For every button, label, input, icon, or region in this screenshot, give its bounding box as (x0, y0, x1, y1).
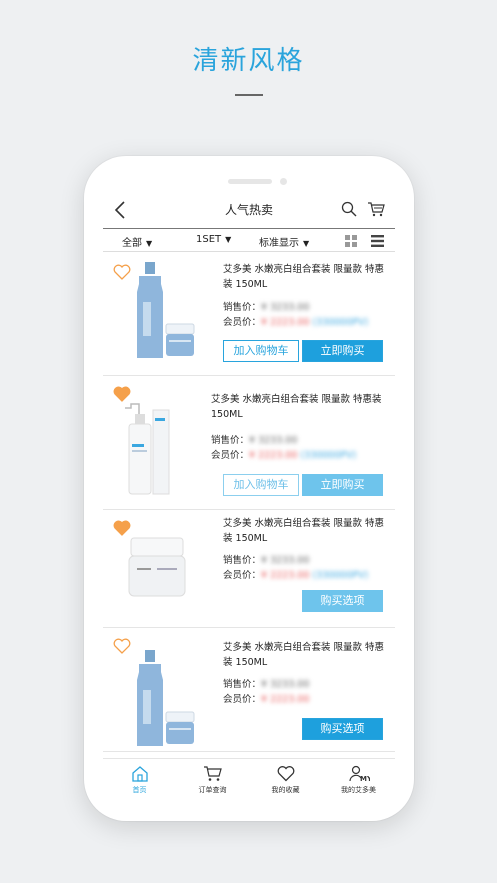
nav-bar: 人气热卖 (103, 192, 395, 228)
buy-now-button[interactable]: 立即购买 (302, 340, 383, 362)
sale-price-row: 销售价：¥ 3233.00 (223, 299, 309, 313)
page-headline: 清新风格 (192, 46, 305, 76)
member-price-value: ¥ 2223.00 (261, 570, 310, 581)
member-price-label: 会员价： (223, 694, 262, 705)
member-price-label: 会员价： (211, 450, 250, 461)
member-price-row: 会员价：¥ 2223.00 (330000PV) (211, 447, 356, 461)
tab-my-account[interactable]: MY 我的艾多美 (322, 765, 395, 795)
bottom-tab-bar: 首页 订单查询 我的收藏 MY 我的艾多美 (103, 758, 395, 804)
filter-display[interactable]: 标准显示 ▼ (259, 234, 309, 249)
filter-category[interactable]: 全部 ▼ (122, 234, 152, 249)
product-card[interactable]: 艾多美 水嫩亮白组合套装 限量款 特惠装 150ML 销售价：¥ 3233.00… (103, 628, 395, 752)
filter-display-label: 标准显示 (259, 238, 299, 249)
tab-my-account-label: 我的艾多美 (341, 786, 376, 794)
tab-orders-label: 订单查询 (198, 786, 227, 794)
buy-options-button[interactable]: 购买选项 (302, 590, 383, 612)
product-image[interactable] (133, 262, 195, 360)
member-price-value: ¥ 2223.00 (261, 694, 310, 705)
heart-outline-icon[interactable] (113, 264, 131, 280)
filter-set[interactable]: 1SET ▼ (196, 234, 231, 245)
search-icon[interactable] (341, 201, 357, 217)
sale-price-label: 销售价： (223, 679, 262, 690)
caret-down-icon: ▼ (225, 235, 232, 244)
grid-view-icon[interactable] (345, 235, 357, 247)
add-to-cart-button[interactable]: 加入购物车 (223, 474, 299, 496)
sale-price-row: 销售价：¥ 3233.00 (211, 432, 297, 446)
filter-category-label: 全部 (122, 238, 142, 249)
product-name: 艾多美 水嫩亮白组合套装 限量款 特惠装 150ML (223, 642, 385, 668)
sale-price-row: 销售价：¥ 3233.00 (223, 552, 309, 566)
app-screen: 人气热卖 全部 ▼ 1SET ▼ 标准显示 ▼ 艾多美 水嫩亮白组合套装 限量款… (103, 192, 395, 804)
sale-price-label: 销售价： (211, 435, 250, 446)
sale-price-value: ¥ 3233.00 (249, 435, 298, 446)
product-card[interactable]: 艾多美 水嫩亮白组合套装 限量款 特惠装 150ML 销售价：¥ 3233.00… (103, 376, 395, 510)
cart-icon (203, 766, 222, 781)
member-price-label: 会员价： (223, 317, 262, 328)
tab-home[interactable]: 首页 (103, 765, 176, 795)
caret-down-icon: ▼ (146, 239, 153, 248)
cart-icon[interactable] (367, 201, 385, 217)
sale-price-label: 销售价： (223, 555, 262, 566)
sale-price-value: ¥ 3233.00 (261, 555, 310, 566)
member-price-value: ¥ 2223.00 (261, 317, 310, 328)
filter-bar: 全部 ▼ 1SET ▼ 标准显示 ▼ (103, 228, 395, 252)
buy-options-button[interactable]: 购买选项 (302, 718, 383, 740)
tab-favorites[interactable]: 我的收藏 (249, 765, 322, 795)
product-name: 艾多美 水嫩亮白组合套装 限量款 特惠装 150ML (223, 264, 385, 290)
profile-my-icon: MY (348, 765, 370, 782)
buy-now-button[interactable]: 立即购买 (302, 474, 383, 496)
member-price-label: 会员价： (223, 570, 262, 581)
filter-set-label: 1SET (196, 234, 222, 245)
headline-divider (235, 94, 263, 96)
sale-price-label: 销售价： (223, 302, 262, 313)
list-view-icon[interactable] (371, 235, 384, 247)
tab-orders[interactable]: 订单查询 (176, 765, 249, 795)
pv-value: (330000PV) (312, 317, 369, 328)
product-name: 艾多美 水嫩亮白组合套装 限量款 特惠装 150ML (211, 394, 382, 420)
sale-price-row: 销售价：¥ 3233.00 (223, 676, 309, 690)
phone-speaker (228, 179, 272, 184)
pv-value: (330000PV) (312, 570, 369, 581)
caret-down-icon: ▼ (303, 239, 310, 248)
product-image[interactable] (133, 650, 195, 748)
member-price-row: 会员价：¥ 2223.00 (330000PV) (223, 567, 368, 581)
product-image[interactable] (121, 400, 171, 495)
product-card[interactable]: 艾多美 水嫩亮白组合套装 限量款 特惠装 150ML 销售价：¥ 3233.00… (103, 252, 395, 376)
sale-price-value: ¥ 3233.00 (261, 302, 310, 313)
sale-price-value: ¥ 3233.00 (261, 679, 310, 690)
tab-home-label: 首页 (132, 786, 147, 794)
member-price-row: 会员价：¥ 2223.00 (223, 691, 309, 705)
member-price-row: 会员价：¥ 2223.00 (330000PV) (223, 314, 368, 328)
phone-camera (280, 178, 287, 185)
member-price-value: ¥ 2223.00 (249, 450, 298, 461)
add-to-cart-button[interactable]: 加入购物车 (223, 340, 299, 362)
heart-outline-icon[interactable] (113, 638, 131, 654)
pv-value: (330000PV) (300, 450, 357, 461)
product-card[interactable]: 艾多美 水嫩亮白组合套装 限量款 特惠装 150ML 销售价：¥ 3233.00… (103, 510, 395, 628)
home-icon (131, 766, 148, 782)
product-name: 艾多美 水嫩亮白组合套装 限量款 特惠装 150ML (223, 518, 385, 544)
product-image[interactable] (127, 534, 187, 600)
svg-text:MY: MY (360, 775, 370, 782)
heart-icon (277, 766, 294, 782)
tab-favorites-label: 我的收藏 (271, 786, 300, 794)
